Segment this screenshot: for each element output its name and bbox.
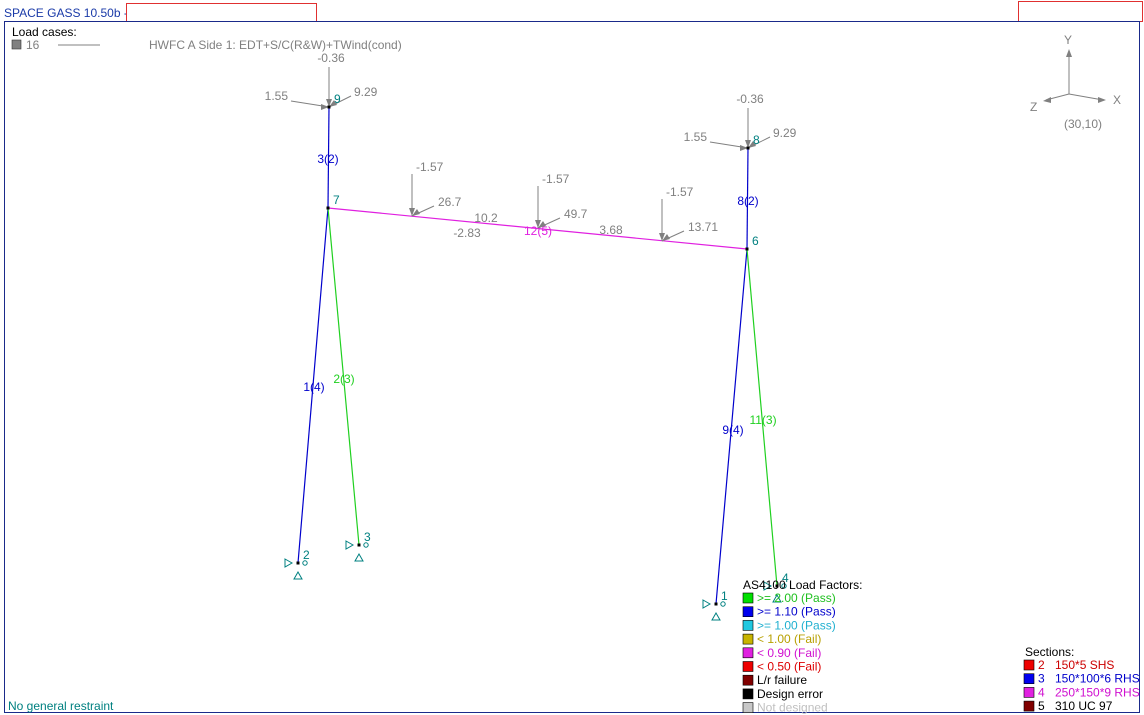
legend-swatch [742,674,754,686]
load-case-swatch[interactable] [11,39,22,50]
node-label: 2 [303,548,310,562]
node-2[interactable] [296,561,300,565]
node-1[interactable] [714,602,718,606]
axis-indicator: Y X Z (30,10) [1030,33,1121,131]
member-load-value: -1.57 [416,160,444,174]
member-label: 2(3) [333,372,354,386]
node-label: 3 [364,530,371,544]
vertical-load-value: -0.36 [317,51,345,65]
node-8[interactable] [746,146,750,150]
node-label: 9 [334,92,341,106]
member-moment-value: 49.7 [564,207,588,221]
load-factors-title: AS4100 Load Factors: [743,578,862,592]
beam-result-value: 10.2 [474,211,498,225]
restraint-status: No general restraint [8,699,114,713]
legend-swatch [742,661,754,672]
legend-swatch [742,620,754,631]
horizontal-load-value: 1.55 [684,130,708,144]
node-label: 6 [752,234,759,248]
legend-item: >= 1.10 (Pass) [757,605,836,619]
node-6[interactable] [745,247,749,251]
axis-x-label: X [1113,93,1121,107]
member-label: 11(3) [749,413,776,427]
load-case-number: 16 [26,38,40,52]
member-load-value: -1.57 [542,172,570,186]
node-load: -0.36 1.55 9.29 [684,92,797,151]
section-number: 4 [1038,685,1045,699]
support-side-icon [284,558,294,568]
member-label: 3(2) [317,152,338,166]
member-load: -1.57 13.71 [659,185,718,242]
legend-swatch [742,606,754,618]
vertical-load-value: -0.36 [736,92,764,106]
axis-y-label: Y [1064,33,1072,47]
node-3[interactable] [357,543,361,547]
legend-item: < 0.90 (Fail) [757,646,821,660]
beam-result-value: -2.83 [453,226,481,240]
section-number: 3 [1038,672,1045,686]
legend-swatch [742,688,754,700]
legend-item: < 1.00 (Fail) [757,632,821,646]
legend-swatch [742,633,754,645]
member-load: -1.57 49.7 [535,172,588,229]
support-symbol [284,558,308,580]
member-label: 8(2) [737,194,758,208]
load-cases-label: Load cases: [12,25,77,39]
node-label: 8 [753,133,760,147]
support-symbol [345,540,369,562]
node-label: 1 [721,589,728,603]
legend-item: >= 2.00 (Pass) [757,591,836,605]
support-triangle-icon [354,552,364,562]
sections-title: Sections: [1025,645,1074,659]
section-name: 150*100*6 RHS [1055,672,1140,686]
section-swatch [1023,687,1035,698]
member-label: 1(4) [303,380,324,394]
support-triangle-icon [711,611,721,621]
member-moment-value: 26.7 [438,195,462,209]
node-label: 7 [333,193,340,207]
moment-load-value: 9.29 [773,126,797,140]
legend-swatch [742,702,754,713]
horizontal-load-value: 1.55 [265,89,289,103]
legend-swatch [742,592,754,604]
support-side-icon [345,540,355,550]
sections-legend: Sections: 2 150*5 SHS 3 150*100*6 RHS 4 250*1… [1023,645,1140,713]
moment-load-value: 9.29 [354,85,378,99]
load-factors-legend: AS4100 Load Factors: >= 2.00 (Pass)>= 1.… [742,578,862,715]
section-swatch [1023,659,1035,671]
section-name: 250*150*9 RHS [1055,685,1140,699]
section-number: 2 [1038,658,1045,672]
node-7[interactable] [326,206,330,210]
member-load: -1.57 26.7 [409,160,462,217]
member-load-value: -1.57 [666,185,694,199]
node-load: -0.36 1.55 9.29 [265,51,378,110]
beam-result-value: 3.68 [599,223,623,237]
section-number: 5 [1038,699,1045,713]
support-symbol [702,599,726,621]
support-triangle-icon [293,570,303,580]
member-label: 9(4) [722,423,743,437]
legend-item: Design error [757,687,823,701]
section-name: 150*5 SHS [1055,658,1114,672]
legend-item: >= 1.00 (Pass) [757,618,836,632]
section-swatch [1023,700,1035,712]
legend-swatch [742,647,754,659]
member-moment-value: 13.71 [688,220,718,234]
node-9[interactable] [327,105,331,109]
section-swatch [1023,673,1035,685]
view-angle: (30,10) [1064,117,1102,131]
legend-item: Not designed [757,701,828,715]
legend-item: L/r failure [757,673,807,687]
combination-title: HWFC A Side 1: EDT+S/C(R&W)+TWind(cond) [149,38,402,52]
structure-canvas[interactable]: Load cases: 16 HWFC A Side 1: EDT+S/C(R&… [0,0,1144,715]
support-side-icon [702,599,712,609]
section-name: 310 UC 97 [1055,699,1113,713]
axis-z-label: Z [1030,100,1037,114]
legend-item: < 0.50 (Fail) [757,660,821,674]
